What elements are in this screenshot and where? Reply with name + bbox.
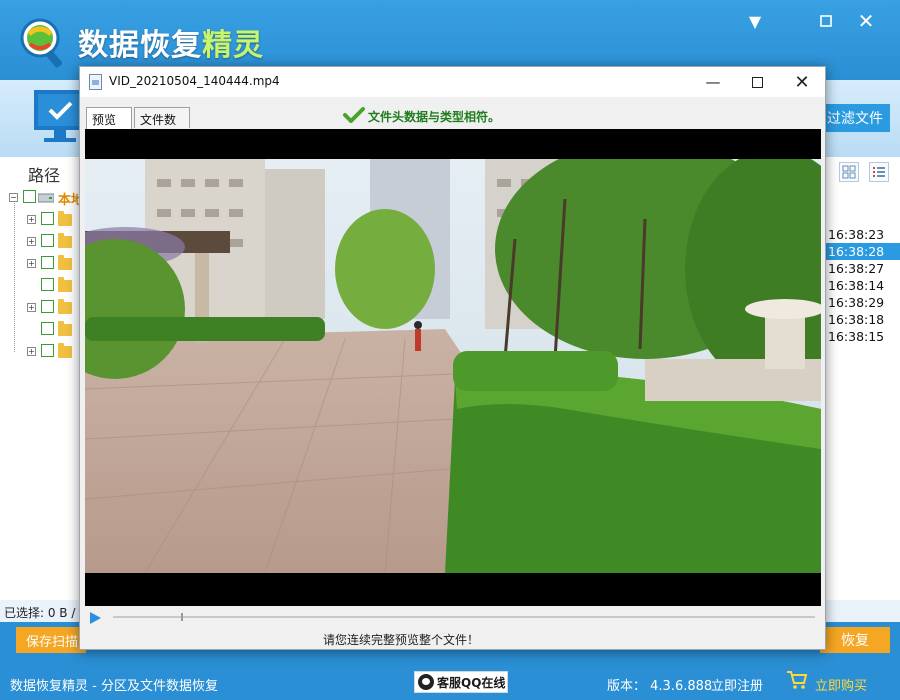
filter-files-button[interactable]: 过滤文件 — [820, 104, 890, 132]
minimize-icon[interactable]: ▼ — [744, 10, 766, 32]
time-column: 16:38:23 16:38:28 16:38:27 16:38:14 16:3… — [826, 226, 900, 345]
close-icon[interactable]: ✕ — [855, 9, 877, 33]
play-icon[interactable] — [88, 611, 102, 625]
table-row[interactable]: 16:38:14 — [826, 277, 900, 294]
tree-expand-icon[interactable]: + — [27, 347, 36, 356]
tree-checkbox[interactable] — [41, 344, 54, 357]
table-row-selected[interactable]: 16:38:28 — [826, 243, 900, 260]
footer-app-name: 数据恢复精灵 - 分区及文件数据恢复 — [10, 679, 218, 694]
app-logo-icon — [20, 18, 63, 68]
folder-icon — [58, 343, 72, 358]
cart-icon[interactable] — [786, 670, 808, 690]
folder-icon — [58, 255, 72, 270]
close-icon[interactable]: ✕ — [780, 67, 824, 97]
register-link[interactable]: 立即注册 — [711, 675, 763, 694]
tree-expand-icon[interactable]: + — [27, 237, 36, 246]
folder-icon — [58, 321, 72, 336]
maximize-icon[interactable] — [815, 10, 837, 32]
tab-file-data[interactable]: 文件数据 — [134, 107, 190, 144]
tree-checkbox[interactable] — [41, 322, 54, 335]
video-frame-image — [85, 159, 821, 573]
seek-handle[interactable] — [181, 613, 183, 621]
qq-support-button[interactable]: 客服QQ在线 — [414, 671, 508, 693]
tree-expand-icon[interactable]: + — [27, 215, 36, 224]
version-label: 版本： 4.3.6.888 — [607, 679, 713, 694]
app-title: 数据恢复精灵 — [78, 28, 264, 63]
table-row[interactable]: 16:38:18 — [826, 311, 900, 328]
qq-support-label: 客服QQ在线 — [437, 675, 506, 690]
file-preview-dialog: VID_20210504_140444.mp4 — ✕ 预览 文件数据 文件头数… — [79, 66, 826, 650]
dialog-titlebar: VID_20210504_140444.mp4 — ✕ — [80, 67, 825, 97]
table-row[interactable]: 16:38:27 — [826, 260, 900, 277]
tree-guide-line — [14, 200, 15, 352]
buy-now-link[interactable]: 立即购买 — [815, 675, 867, 694]
tree-expand-icon[interactable]: + — [27, 303, 36, 312]
video-file-icon — [89, 74, 102, 90]
tree-collapse-icon[interactable]: − — [9, 193, 18, 202]
seek-bar[interactable] — [113, 616, 815, 618]
tree-checkbox[interactable] — [41, 256, 54, 269]
file-header-match-status: 文件头数据与类型相符。 — [368, 110, 501, 124]
video-preview[interactable] — [85, 129, 821, 606]
tree-checkbox[interactable] — [23, 190, 36, 203]
tree-checkbox[interactable] — [41, 212, 54, 225]
drive-icon — [38, 193, 54, 203]
maximize-icon[interactable] — [735, 67, 779, 97]
save-scan-button[interactable]: 保存扫描 — [16, 627, 86, 653]
dialog-title: VID_20210504_140444.mp4 — [109, 74, 280, 88]
path-column-header: 路径 — [28, 166, 61, 185]
check-icon — [343, 107, 365, 123]
tree-checkbox[interactable] — [41, 300, 54, 313]
recover-button[interactable]: 恢复 — [820, 627, 890, 653]
qq-icon — [418, 674, 434, 690]
folder-icon — [58, 233, 72, 248]
preview-hint: 请您连续完整预览整个文件！ — [323, 633, 480, 647]
table-row[interactable]: 16:38:15 — [826, 328, 900, 345]
list-view-icon[interactable] — [869, 162, 889, 182]
thumbnail-view-icon[interactable] — [839, 162, 859, 182]
folder-icon — [58, 299, 72, 314]
minimize-icon[interactable]: — — [691, 67, 735, 97]
tree-expand-icon[interactable]: + — [27, 259, 36, 268]
tab-preview[interactable]: 预览 — [86, 107, 132, 129]
table-row[interactable]: 16:38:29 — [826, 294, 900, 311]
folder-icon — [58, 211, 72, 226]
selected-size-label: 已选择: 0 B / — [4, 606, 76, 620]
tree-checkbox[interactable] — [41, 278, 54, 291]
table-row[interactable]: 16:38:23 — [826, 226, 900, 243]
folder-icon — [58, 277, 72, 292]
tree-checkbox[interactable] — [41, 234, 54, 247]
